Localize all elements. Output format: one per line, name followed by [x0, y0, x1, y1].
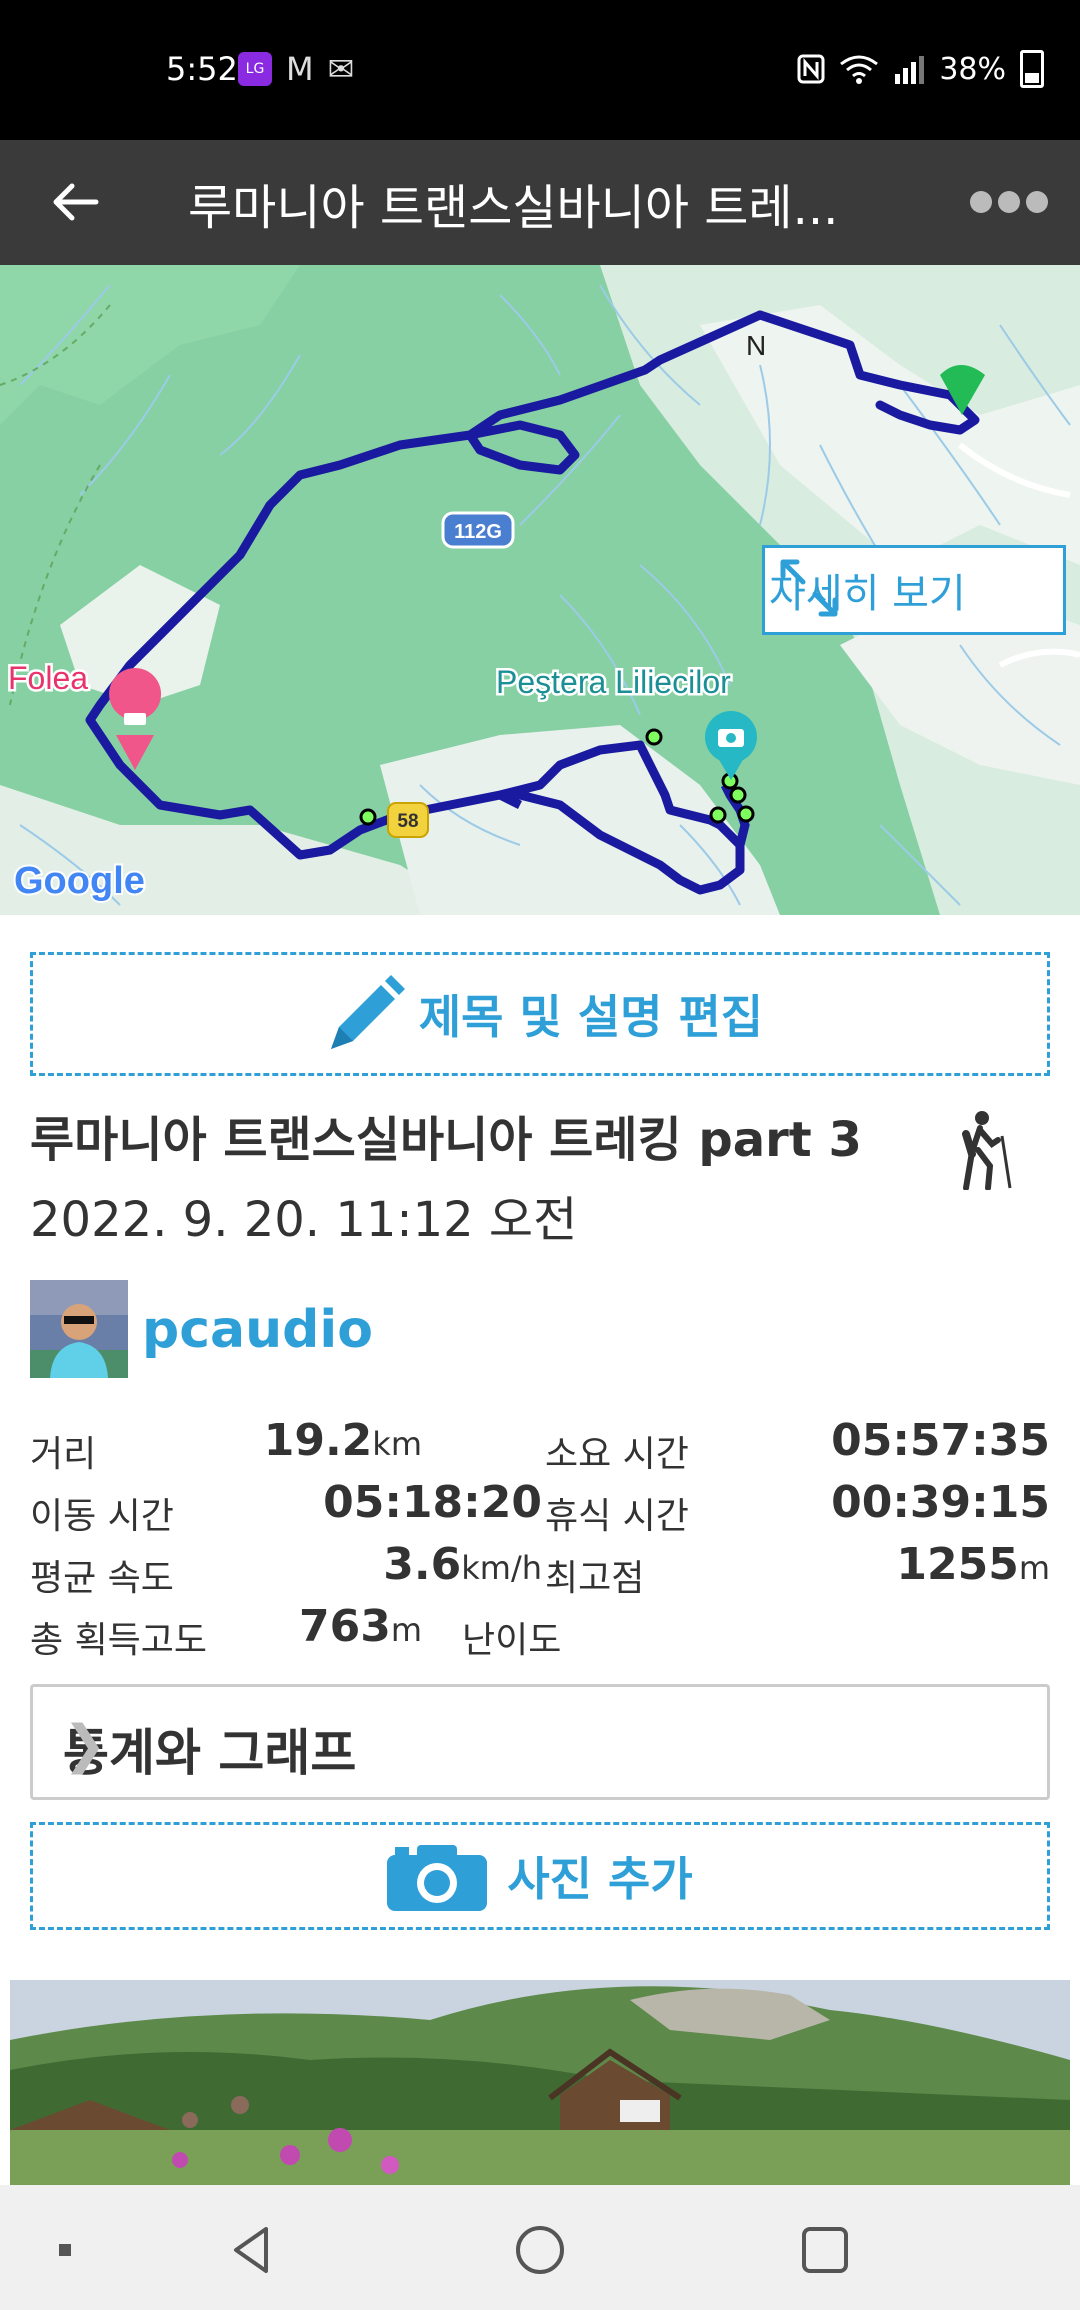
- add-photo-button[interactable]: 사진 추가: [30, 1822, 1050, 1930]
- nav-home-icon[interactable]: [505, 2215, 575, 2285]
- system-icons: 38%: [797, 50, 1044, 88]
- battery-icon: [1020, 50, 1044, 88]
- track-title: 루마니아 트랜스실바니아 트레킹 part 3: [30, 1112, 862, 1168]
- pencil-icon: [330, 975, 405, 1049]
- road-112g-shield: 112G: [441, 511, 515, 549]
- app-bar: 루마니아 트랜스실바니아 트레...: [0, 140, 1080, 265]
- back-arrow-icon[interactable]: [44, 170, 108, 234]
- max-elevation-value: 1255m: [896, 1539, 1050, 1590]
- distance-value: 19.2km: [263, 1415, 422, 1466]
- status-time: 5:52: [166, 50, 238, 88]
- track-photo[interactable]: [10, 1980, 1070, 2185]
- edit-title-description-button[interactable]: 제목 및 설명 편집: [30, 952, 1050, 1076]
- distance-label: 거리: [30, 1434, 97, 1475]
- max-elevation-label: 최고점: [545, 1558, 645, 1599]
- lg-icon: LG: [238, 52, 272, 86]
- road-58-label: 58: [397, 811, 418, 832]
- difficulty-label: 난이도: [462, 1620, 562, 1661]
- chevron-right-icon: ❯: [63, 1715, 107, 1775]
- track-date: 2022. 9. 20. 11:12 오전: [30, 1192, 578, 1248]
- stats-grid: 거리 19.2km 소요 시간 05:57:35 이동 시간 05:18:20 …: [30, 1415, 1050, 1663]
- duration-label: 소요 시간: [545, 1434, 689, 1475]
- signal-icon: [895, 56, 925, 84]
- avg-speed-unit: km/h: [461, 1549, 542, 1587]
- status-bar: 5:52 LG M ✉ 38%: [0, 0, 1080, 140]
- nfc-icon: [797, 54, 825, 84]
- duration-value: 05:57:35: [831, 1415, 1050, 1466]
- distance-unit: km: [372, 1425, 422, 1463]
- elevation-gain-value: 763m: [298, 1601, 422, 1652]
- elevation-gain-label: 총 획득고도: [30, 1620, 208, 1661]
- stats-and-graph-button[interactable]: 통계와 그래프 ❯: [30, 1684, 1050, 1800]
- hiking-icon: [962, 1111, 1012, 1190]
- max-elevation-unit: m: [1018, 1549, 1050, 1587]
- wifi-icon: [840, 55, 879, 84]
- view-detail-button[interactable]: 자세히 보기: [762, 545, 1066, 635]
- rest-time-label: 휴식 시간: [545, 1496, 689, 1537]
- road-112g-label: 112G: [454, 521, 502, 543]
- map-label-cave: Peştera Liliecilor: [496, 664, 731, 700]
- road-58-shield: 58: [387, 802, 429, 838]
- edit-button-label: 제목 및 설명 편집: [418, 990, 764, 1044]
- username-link[interactable]: pcaudio: [142, 1300, 373, 1360]
- add-photo-label: 사진 추가: [507, 1852, 693, 1906]
- page-title: 루마니아 트랜스실바니아 트레...: [188, 180, 839, 236]
- avg-speed-label: 평균 속도: [30, 1558, 174, 1599]
- mail-icon: ✉: [327, 50, 355, 88]
- rest-time-value: 00:39:15: [831, 1477, 1050, 1528]
- moving-time-label: 이동 시간: [30, 1496, 174, 1537]
- expand-icon: [780, 559, 838, 617]
- moving-time-value: 05:18:20: [323, 1477, 542, 1528]
- camera-icon: [387, 1845, 488, 1911]
- battery-percent: 38%: [939, 51, 1006, 87]
- more-options-icon[interactable]: [970, 180, 1050, 224]
- elevation-gain-unit: m: [390, 1611, 422, 1649]
- map-label-poi: N: [746, 330, 766, 361]
- route-map[interactable]: 112G 58 Folea Peştera Liliecilor N Googl…: [0, 265, 1080, 915]
- gmail-icon: M: [286, 50, 314, 88]
- nav-back-icon[interactable]: [218, 2215, 288, 2285]
- avatar[interactable]: [30, 1280, 128, 1378]
- system-nav-bar: [0, 2185, 1080, 2310]
- google-logo: Google: [14, 860, 145, 902]
- avg-speed-value: 3.6km/h: [383, 1539, 542, 1590]
- nav-recents-icon[interactable]: [790, 2215, 860, 2285]
- recents-dot-icon[interactable]: [30, 2215, 100, 2285]
- notification-icons: LG M ✉: [238, 52, 354, 86]
- map-label-folea: Folea: [8, 660, 88, 696]
